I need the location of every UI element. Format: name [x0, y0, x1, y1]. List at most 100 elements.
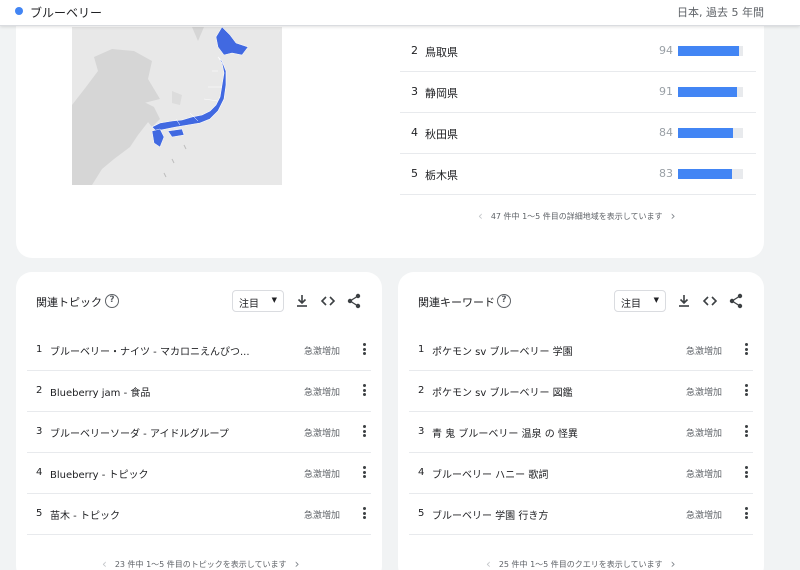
query-status: 急激増加 [686, 347, 723, 357]
region-pager: ‹ 47 件中 1～5 件目の詳細地域を表示しています › [478, 208, 676, 223]
region-score-bar-fill [678, 169, 732, 179]
topic-label[interactable]: 苗木 - トピック [50, 507, 120, 522]
related-topics-list: 1 ブルーベリー・ナイツ - マカロニえんぴつ... 急激増加 2 Bluebe… [27, 330, 371, 535]
query-row[interactable]: 5 ブルーベリー 学園 行き方 急激増加 [409, 494, 753, 535]
region-name: 栃木県 [425, 169, 458, 182]
topic-row[interactable]: 3 ブルーベリーソーダ - アイドルグループ 急激増加 [27, 412, 371, 453]
queries-filter-value: 注目 [621, 299, 641, 310]
region-period-label: 日本, 過去 5 年間 [677, 6, 764, 19]
dropdown-caret-icon: ▼ [271, 296, 277, 304]
query-row[interactable]: 4 ブルーベリー ハニー 歌詞 急激増加 [409, 453, 753, 494]
region-score: 83 [659, 167, 673, 180]
region-rank: 4 [411, 126, 418, 139]
topic-row[interactable]: 1 ブルーベリー・ナイツ - マカロニえんぴつ... 急激増加 [27, 330, 371, 371]
query-row[interactable]: 3 青 鬼 ブルーベリー 温泉 の 怪異 急激増加 [409, 412, 753, 453]
topic-rank: 2 [36, 385, 43, 396]
search-term-label: ブルーベリー [30, 6, 103, 20]
topic-row[interactable]: 2 Blueberry jam - 食品 急激増加 [27, 371, 371, 412]
topic-label[interactable]: Blueberry - トピック [50, 466, 149, 481]
region-score-bar-fill [678, 128, 733, 138]
topic-status: 急激増加 [304, 347, 341, 357]
region-row[interactable]: 3 静岡県 91 [400, 72, 756, 113]
japan-map[interactable] [72, 27, 282, 185]
query-status: 急激増加 [686, 511, 723, 521]
region-pager-text: 47 件中 1～5 件目の詳細地域を表示しています [490, 212, 663, 221]
queries-pager: ‹ 25 件中 1～5 件目のクエリを表示しています › [486, 556, 675, 570]
region-name: 静岡県 [425, 87, 458, 100]
region-row[interactable]: 5 栃木県 83 [400, 154, 756, 195]
more-vert-icon[interactable] [361, 384, 367, 398]
topic-row[interactable]: 4 Blueberry - トピック 急激増加 [27, 453, 371, 494]
region-rank: 5 [411, 167, 418, 180]
region-score: 94 [659, 44, 673, 57]
topic-label[interactable]: ブルーベリーソーダ - アイドルグループ [50, 425, 229, 440]
topic-rank: 4 [36, 467, 43, 478]
region-score: 91 [659, 85, 673, 98]
queries-filter-select[interactable]: 注目 ▼ [614, 290, 666, 312]
chevron-right-icon[interactable]: › [295, 557, 300, 570]
region-row[interactable]: 4 秋田県 84 [400, 113, 756, 154]
related-topics-title: 関連トピック [36, 296, 102, 309]
region-row[interactable]: 2 鳥取県 94 [400, 31, 756, 72]
query-label[interactable]: ポケモン sv ブルーベリー 学園 [432, 343, 573, 358]
topic-label[interactable]: Blueberry jam - 食品 [50, 384, 150, 399]
embed-code-icon[interactable] [701, 292, 719, 310]
embed-code-icon[interactable] [319, 292, 337, 310]
topic-rank: 3 [36, 426, 43, 437]
chevron-right-icon[interactable]: › [671, 557, 676, 570]
chevron-right-icon[interactable]: › [671, 209, 676, 223]
topic-rank: 5 [36, 508, 43, 519]
region-name: 鳥取県 [425, 46, 458, 59]
topic-row[interactable]: 5 苗木 - トピック 急激増加 [27, 494, 371, 535]
query-status: 急激増加 [686, 470, 723, 480]
dropdown-caret-icon: ▼ [653, 296, 659, 304]
chevron-left-icon[interactable]: ‹ [478, 209, 483, 223]
related-queries-list: 1 ポケモン sv ブルーベリー 学園 急激増加 2 ポケモン sv ブルーベリ… [409, 330, 753, 535]
more-vert-icon[interactable] [743, 507, 749, 521]
more-vert-icon[interactable] [361, 425, 367, 439]
chevron-left-icon[interactable]: ‹ [486, 557, 491, 570]
topic-status: 急激増加 [304, 388, 341, 398]
more-vert-icon[interactable] [361, 507, 367, 521]
help-icon[interactable]: ? [105, 294, 119, 308]
download-icon[interactable] [293, 292, 311, 310]
share-icon[interactable] [727, 292, 745, 310]
query-rank: 4 [418, 467, 425, 478]
query-label[interactable]: 青 鬼 ブルーベリー 温泉 の 怪異 [432, 425, 578, 440]
share-icon[interactable] [345, 292, 363, 310]
more-vert-icon[interactable] [743, 343, 749, 357]
query-label[interactable]: ブルーベリー 学園 行き方 [432, 507, 548, 522]
query-rank: 2 [418, 385, 425, 396]
more-vert-icon[interactable] [361, 343, 367, 357]
search-term-header: ブルーベリー 日本, 過去 5 年間 [0, 0, 800, 26]
topics-filter-select[interactable]: 注目 ▼ [232, 290, 284, 312]
help-icon[interactable]: ? [497, 294, 511, 308]
query-rank: 5 [418, 508, 425, 519]
more-vert-icon[interactable] [743, 466, 749, 480]
query-label[interactable]: ポケモン sv ブルーベリー 図鑑 [432, 384, 573, 399]
query-status: 急激増加 [686, 429, 723, 439]
more-vert-icon[interactable] [743, 425, 749, 439]
related-queries-card: 関連キーワード ? 注目 ▼ 1 ポケモン sv ブルーベリー 学園 急激増加 … [398, 272, 764, 570]
term-color-dot [15, 7, 23, 15]
chevron-left-icon[interactable]: ‹ [102, 557, 107, 570]
query-status: 急激増加 [686, 388, 723, 398]
query-label[interactable]: ブルーベリー ハニー 歌詞 [432, 466, 548, 481]
region-score-bar [678, 87, 743, 97]
topics-pager-text: 23 件中 1～5 件目のトピックを表示しています [114, 560, 287, 569]
region-list: 2 鳥取県 94 3 静岡県 91 4 秋田県 84 5 栃木県 83 [400, 31, 756, 195]
more-vert-icon[interactable] [743, 384, 749, 398]
region-score-bar-fill [678, 87, 738, 97]
region-score-bar-fill [678, 46, 740, 56]
query-row[interactable]: 1 ポケモン sv ブルーベリー 学園 急激増加 [409, 330, 753, 371]
region-rank: 3 [411, 85, 418, 98]
download-icon[interactable] [675, 292, 693, 310]
region-name: 秋田県 [425, 128, 458, 141]
topic-label[interactable]: ブルーベリー・ナイツ - マカロニえんぴつ... [50, 343, 250, 358]
queries-pager-text: 25 件中 1～5 件目のクエリを表示しています [498, 560, 663, 569]
related-topics-card: 関連トピック ? 注目 ▼ 1 ブルーベリー・ナイツ - マカロニえんぴつ...… [16, 272, 382, 570]
query-rank: 3 [418, 426, 425, 437]
region-rank: 2 [411, 44, 418, 57]
more-vert-icon[interactable] [361, 466, 367, 480]
query-row[interactable]: 2 ポケモン sv ブルーベリー 図鑑 急激増加 [409, 371, 753, 412]
